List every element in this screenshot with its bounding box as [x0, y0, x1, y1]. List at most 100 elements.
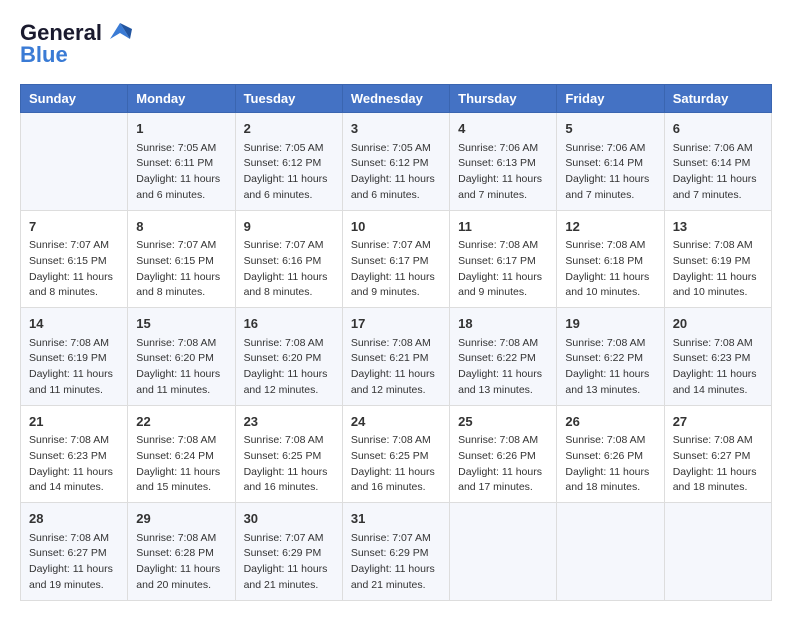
logo-bird-icon	[106, 21, 134, 41]
day-number: 6	[673, 119, 763, 139]
day-number: 20	[673, 314, 763, 334]
day-cell: 19Sunrise: 7:08 AM Sunset: 6:22 PM Dayli…	[557, 308, 664, 406]
day-cell	[450, 503, 557, 601]
day-number: 12	[565, 217, 655, 237]
day-cell: 23Sunrise: 7:08 AM Sunset: 6:25 PM Dayli…	[235, 405, 342, 503]
day-number: 1	[136, 119, 226, 139]
day-number: 19	[565, 314, 655, 334]
day-content: Sunrise: 7:08 AM Sunset: 6:22 PM Dayligh…	[458, 336, 548, 399]
day-number: 16	[244, 314, 334, 334]
day-content: Sunrise: 7:08 AM Sunset: 6:28 PM Dayligh…	[136, 531, 226, 594]
day-content: Sunrise: 7:08 AM Sunset: 6:24 PM Dayligh…	[136, 433, 226, 496]
day-number: 7	[29, 217, 119, 237]
day-cell	[21, 113, 128, 211]
day-cell: 22Sunrise: 7:08 AM Sunset: 6:24 PM Dayli…	[128, 405, 235, 503]
day-cell: 8Sunrise: 7:07 AM Sunset: 6:15 PM Daylig…	[128, 210, 235, 308]
day-number: 23	[244, 412, 334, 432]
day-content: Sunrise: 7:06 AM Sunset: 6:14 PM Dayligh…	[673, 141, 763, 204]
day-number: 31	[351, 509, 441, 529]
day-cell: 11Sunrise: 7:08 AM Sunset: 6:17 PM Dayli…	[450, 210, 557, 308]
header-row: SundayMondayTuesdayWednesdayThursdayFrid…	[21, 85, 772, 113]
day-content: Sunrise: 7:07 AM Sunset: 6:16 PM Dayligh…	[244, 238, 334, 301]
header-cell-sunday: Sunday	[21, 85, 128, 113]
day-content: Sunrise: 7:07 AM Sunset: 6:29 PM Dayligh…	[244, 531, 334, 594]
day-number: 4	[458, 119, 548, 139]
day-content: Sunrise: 7:07 AM Sunset: 6:17 PM Dayligh…	[351, 238, 441, 301]
day-cell	[557, 503, 664, 601]
day-content: Sunrise: 7:08 AM Sunset: 6:23 PM Dayligh…	[29, 433, 119, 496]
day-number: 8	[136, 217, 226, 237]
day-number: 15	[136, 314, 226, 334]
day-number: 30	[244, 509, 334, 529]
day-content: Sunrise: 7:08 AM Sunset: 6:25 PM Dayligh…	[244, 433, 334, 496]
day-number: 10	[351, 217, 441, 237]
day-cell: 4Sunrise: 7:06 AM Sunset: 6:13 PM Daylig…	[450, 113, 557, 211]
day-content: Sunrise: 7:08 AM Sunset: 6:26 PM Dayligh…	[565, 433, 655, 496]
day-cell: 6Sunrise: 7:06 AM Sunset: 6:14 PM Daylig…	[664, 113, 771, 211]
day-number: 11	[458, 217, 548, 237]
logo: General Blue	[20, 20, 134, 68]
week-row-4: 28Sunrise: 7:08 AM Sunset: 6:27 PM Dayli…	[21, 503, 772, 601]
day-number: 2	[244, 119, 334, 139]
day-content: Sunrise: 7:05 AM Sunset: 6:12 PM Dayligh…	[351, 141, 441, 204]
day-cell: 16Sunrise: 7:08 AM Sunset: 6:20 PM Dayli…	[235, 308, 342, 406]
day-number: 21	[29, 412, 119, 432]
day-content: Sunrise: 7:08 AM Sunset: 6:27 PM Dayligh…	[29, 531, 119, 594]
day-content: Sunrise: 7:06 AM Sunset: 6:13 PM Dayligh…	[458, 141, 548, 204]
day-cell: 20Sunrise: 7:08 AM Sunset: 6:23 PM Dayli…	[664, 308, 771, 406]
header-cell-thursday: Thursday	[450, 85, 557, 113]
day-number: 18	[458, 314, 548, 334]
day-cell: 14Sunrise: 7:08 AM Sunset: 6:19 PM Dayli…	[21, 308, 128, 406]
day-cell: 1Sunrise: 7:05 AM Sunset: 6:11 PM Daylig…	[128, 113, 235, 211]
day-cell: 18Sunrise: 7:08 AM Sunset: 6:22 PM Dayli…	[450, 308, 557, 406]
day-number: 25	[458, 412, 548, 432]
week-row-2: 14Sunrise: 7:08 AM Sunset: 6:19 PM Dayli…	[21, 308, 772, 406]
day-content: Sunrise: 7:08 AM Sunset: 6:19 PM Dayligh…	[29, 336, 119, 399]
day-content: Sunrise: 7:08 AM Sunset: 6:22 PM Dayligh…	[565, 336, 655, 399]
day-cell: 25Sunrise: 7:08 AM Sunset: 6:26 PM Dayli…	[450, 405, 557, 503]
day-number: 9	[244, 217, 334, 237]
day-cell: 21Sunrise: 7:08 AM Sunset: 6:23 PM Dayli…	[21, 405, 128, 503]
calendar-table: SundayMondayTuesdayWednesdayThursdayFrid…	[20, 84, 772, 601]
day-number: 29	[136, 509, 226, 529]
day-content: Sunrise: 7:08 AM Sunset: 6:19 PM Dayligh…	[673, 238, 763, 301]
day-content: Sunrise: 7:08 AM Sunset: 6:23 PM Dayligh…	[673, 336, 763, 399]
logo-blue-text: Blue	[20, 42, 68, 68]
header-cell-wednesday: Wednesday	[342, 85, 449, 113]
header-cell-monday: Monday	[128, 85, 235, 113]
day-cell: 12Sunrise: 7:08 AM Sunset: 6:18 PM Dayli…	[557, 210, 664, 308]
day-content: Sunrise: 7:08 AM Sunset: 6:20 PM Dayligh…	[136, 336, 226, 399]
header-cell-saturday: Saturday	[664, 85, 771, 113]
day-content: Sunrise: 7:05 AM Sunset: 6:11 PM Dayligh…	[136, 141, 226, 204]
day-content: Sunrise: 7:08 AM Sunset: 6:20 PM Dayligh…	[244, 336, 334, 399]
day-content: Sunrise: 7:07 AM Sunset: 6:15 PM Dayligh…	[136, 238, 226, 301]
day-content: Sunrise: 7:05 AM Sunset: 6:12 PM Dayligh…	[244, 141, 334, 204]
day-cell	[664, 503, 771, 601]
day-cell: 3Sunrise: 7:05 AM Sunset: 6:12 PM Daylig…	[342, 113, 449, 211]
day-content: Sunrise: 7:08 AM Sunset: 6:21 PM Dayligh…	[351, 336, 441, 399]
day-cell: 31Sunrise: 7:07 AM Sunset: 6:29 PM Dayli…	[342, 503, 449, 601]
day-cell: 9Sunrise: 7:07 AM Sunset: 6:16 PM Daylig…	[235, 210, 342, 308]
day-content: Sunrise: 7:08 AM Sunset: 6:18 PM Dayligh…	[565, 238, 655, 301]
day-cell: 15Sunrise: 7:08 AM Sunset: 6:20 PM Dayli…	[128, 308, 235, 406]
day-content: Sunrise: 7:06 AM Sunset: 6:14 PM Dayligh…	[565, 141, 655, 204]
header-cell-friday: Friday	[557, 85, 664, 113]
day-content: Sunrise: 7:07 AM Sunset: 6:15 PM Dayligh…	[29, 238, 119, 301]
day-number: 27	[673, 412, 763, 432]
week-row-3: 21Sunrise: 7:08 AM Sunset: 6:23 PM Dayli…	[21, 405, 772, 503]
day-cell: 24Sunrise: 7:08 AM Sunset: 6:25 PM Dayli…	[342, 405, 449, 503]
header-cell-tuesday: Tuesday	[235, 85, 342, 113]
day-content: Sunrise: 7:07 AM Sunset: 6:29 PM Dayligh…	[351, 531, 441, 594]
day-number: 26	[565, 412, 655, 432]
day-content: Sunrise: 7:08 AM Sunset: 6:25 PM Dayligh…	[351, 433, 441, 496]
day-cell: 29Sunrise: 7:08 AM Sunset: 6:28 PM Dayli…	[128, 503, 235, 601]
day-cell: 5Sunrise: 7:06 AM Sunset: 6:14 PM Daylig…	[557, 113, 664, 211]
day-cell: 13Sunrise: 7:08 AM Sunset: 6:19 PM Dayli…	[664, 210, 771, 308]
page-header: General Blue	[20, 20, 772, 68]
day-content: Sunrise: 7:08 AM Sunset: 6:27 PM Dayligh…	[673, 433, 763, 496]
day-cell: 30Sunrise: 7:07 AM Sunset: 6:29 PM Dayli…	[235, 503, 342, 601]
day-cell: 10Sunrise: 7:07 AM Sunset: 6:17 PM Dayli…	[342, 210, 449, 308]
day-cell: 26Sunrise: 7:08 AM Sunset: 6:26 PM Dayli…	[557, 405, 664, 503]
day-number: 5	[565, 119, 655, 139]
day-number: 22	[136, 412, 226, 432]
